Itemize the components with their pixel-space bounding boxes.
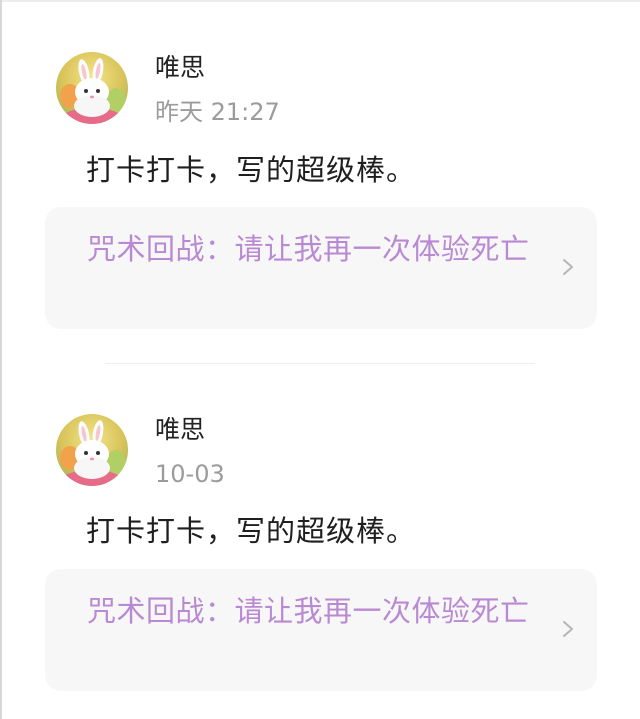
chevron-right-icon xyxy=(563,621,573,637)
rabbit-avatar-icon[interactable] xyxy=(56,414,128,486)
left-edge xyxy=(0,0,2,719)
comment-text: 打卡打卡，写的超级棒。 xyxy=(86,514,417,548)
comment-text: 打卡打卡，写的超级棒。 xyxy=(86,153,417,187)
linked-article-card[interactable]: 咒术回战：请让我再一次体验死亡 xyxy=(45,569,597,691)
timestamp: 昨天 21:27 xyxy=(155,98,280,126)
rabbit-avatar-icon[interactable] xyxy=(56,52,128,124)
username[interactable]: 唯思 xyxy=(155,53,205,83)
linked-article-title: 咒术回战：请让我再一次体验死亡 xyxy=(87,594,530,628)
timestamp: 10-03 xyxy=(155,460,225,488)
chevron-right-icon xyxy=(563,259,573,275)
top-edge xyxy=(0,0,640,2)
linked-article-title: 咒术回战：请让我再一次体验死亡 xyxy=(87,232,530,266)
linked-article-card[interactable]: 咒术回战：请让我再一次体验死亡 xyxy=(45,207,597,329)
divider xyxy=(105,363,535,364)
username[interactable]: 唯思 xyxy=(155,415,205,445)
